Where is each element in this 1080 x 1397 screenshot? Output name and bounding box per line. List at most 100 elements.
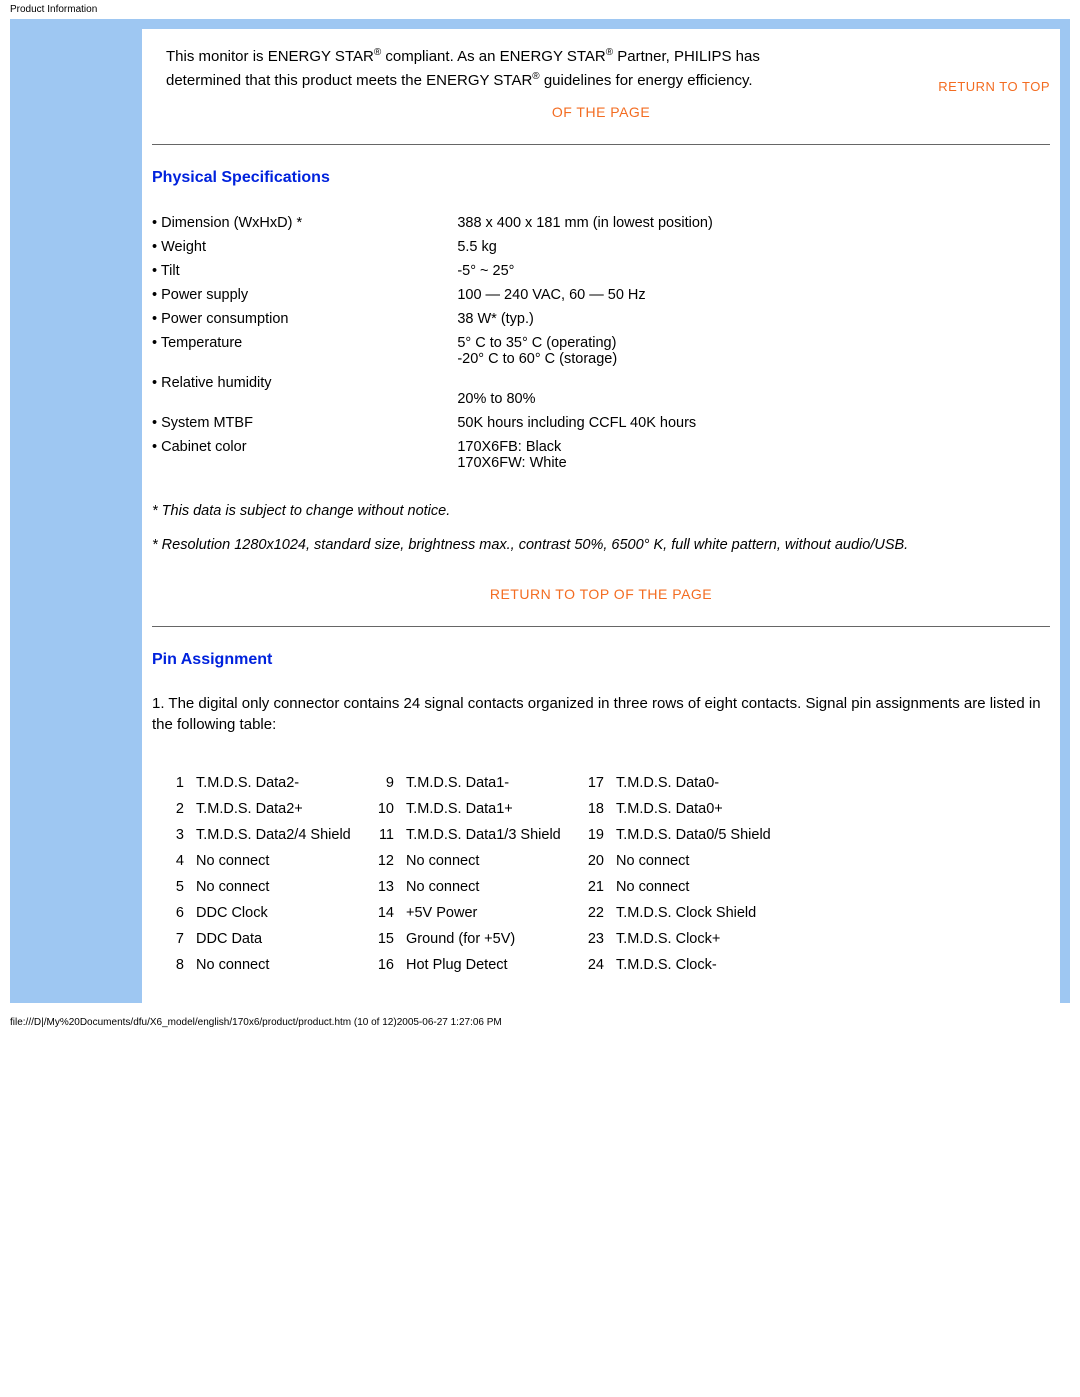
pin-signal: T.M.D.S. Data2+	[196, 801, 366, 817]
pin-number: 22	[576, 905, 616, 921]
of-the-page-link[interactable]: OF THE PAGE	[152, 104, 1050, 120]
pin-number: 3	[166, 827, 196, 843]
table-row: • System MTBF50K hours including CCFL 40…	[152, 411, 1050, 435]
pin-signal: No connect	[196, 957, 366, 973]
footer-file-path: file:///D|/My%20Documents/dfu/X6_model/e…	[0, 1003, 1080, 1034]
intro-line2a: determined that this product meets the E…	[166, 72, 532, 89]
intro-line2b: guidelines for energy efficiency.	[540, 72, 753, 89]
spec-label: • Weight	[152, 235, 457, 259]
section-title-physical: Physical Specifications	[152, 169, 1050, 187]
table-row: • Dimension (WxHxD) *388 x 400 x 181 mm …	[152, 211, 1050, 235]
pin-signal: T.M.D.S. Data1-	[406, 775, 576, 791]
pin-number: 21	[576, 879, 616, 895]
pin-number: 17	[576, 775, 616, 791]
pin-number: 11	[366, 827, 406, 843]
spec-value: 20% to 80%	[457, 371, 1050, 411]
pin-number: 1	[166, 775, 196, 791]
pin-number: 23	[576, 931, 616, 947]
pin-number: 6	[166, 905, 196, 921]
pin-signal: T.M.D.S. Data0+	[616, 801, 786, 817]
pin-signal: No connect	[406, 879, 576, 895]
pin-number: 4	[166, 853, 196, 869]
pin-assignment-grid: 1T.M.D.S. Data2-9T.M.D.S. Data1-17T.M.D.…	[166, 775, 1036, 973]
pin-signal: +5V Power	[406, 905, 576, 921]
spec-label: • Temperature	[152, 331, 457, 371]
pin-signal: T.M.D.S. Data0-	[616, 775, 786, 791]
pin-signal: Hot Plug Detect	[406, 957, 576, 973]
footnote-1: * This data is subject to change without…	[152, 501, 1050, 521]
spec-value: 38 W* (typ.)	[457, 307, 1050, 331]
table-row: • Relative humidity 20% to 80%	[152, 371, 1050, 411]
spec-value: 100 — 240 VAC, 60 — 50 Hz	[457, 283, 1050, 307]
main-content: This monitor is ENERGY STAR ® compliant. …	[142, 19, 1070, 1003]
pin-signal: No connect	[616, 853, 786, 869]
pin-signal: DDC Data	[196, 931, 366, 947]
pin-signal: T.M.D.S. Data0/5 Shield	[616, 827, 786, 843]
spec-value: 170X6FB: Black 170X6FW: White	[457, 435, 1050, 475]
pin-signal: No connect	[406, 853, 576, 869]
pin-number: 24	[576, 957, 616, 973]
pin-number: 10	[366, 801, 406, 817]
sidebar-placeholder	[10, 19, 142, 1003]
table-row: • Tilt-5° ~ 25°	[152, 259, 1050, 283]
footnote-2: * Resolution 1280x1024, standard size, b…	[152, 535, 1050, 555]
pin-number: 2	[166, 801, 196, 817]
spec-label: • Cabinet color	[152, 435, 457, 475]
pin-number: 18	[576, 801, 616, 817]
spec-label: • Power supply	[152, 283, 457, 307]
spec-label: • Power consumption	[152, 307, 457, 331]
pin-number: 7	[166, 931, 196, 947]
divider	[152, 626, 1050, 627]
pin-signal: T.M.D.S. Data1/3 Shield	[406, 827, 576, 843]
pin-signal: T.M.D.S. Clock+	[616, 931, 786, 947]
spec-label: • System MTBF	[152, 411, 457, 435]
pin-signal: T.M.D.S. Data1+	[406, 801, 576, 817]
energy-star-intro: This monitor is ENERGY STAR ® compliant. …	[152, 29, 1050, 100]
pin-signal: DDC Clock	[196, 905, 366, 921]
section-title-pin: Pin Assignment	[152, 651, 1050, 669]
reg-mark-icon: ®	[532, 71, 539, 82]
pin-number: 5	[166, 879, 196, 895]
pin-signal: Ground (for +5V)	[406, 931, 576, 947]
footnotes: * This data is subject to change without…	[152, 501, 1050, 556]
spec-value: -5° ~ 25°	[457, 259, 1050, 283]
spec-label: • Relative humidity	[152, 371, 457, 411]
spec-label: • Dimension (WxHxD) *	[152, 211, 457, 235]
physical-specs-table: • Dimension (WxHxD) *388 x 400 x 181 mm …	[152, 211, 1050, 475]
table-row: • Power consumption38 W* (typ.)	[152, 307, 1050, 331]
pin-number: 13	[366, 879, 406, 895]
pin-number: 20	[576, 853, 616, 869]
page-header-text: Product Information	[0, 0, 1080, 19]
divider	[152, 144, 1050, 145]
intro-line1a: This monitor is ENERGY STAR	[166, 48, 374, 65]
spec-value: 50K hours including CCFL 40K hours	[457, 411, 1050, 435]
pin-number: 14	[366, 905, 406, 921]
pin-number: 12	[366, 853, 406, 869]
table-row: • Power supply100 — 240 VAC, 60 — 50 Hz	[152, 283, 1050, 307]
pin-table-wrap: 1T.M.D.S. Data2-9T.M.D.S. Data1-17T.M.D.…	[152, 775, 1050, 973]
reg-mark-icon: ®	[606, 47, 613, 58]
table-row: • Weight5.5 kg	[152, 235, 1050, 259]
pin-signal: No connect	[616, 879, 786, 895]
pin-number: 15	[366, 931, 406, 947]
pin-number: 9	[366, 775, 406, 791]
pin-signal: T.M.D.S. Clock-	[616, 957, 786, 973]
pin-signal: T.M.D.S. Clock Shield	[616, 905, 786, 921]
spec-value: 5.5 kg	[457, 235, 1050, 259]
pin-number: 16	[366, 957, 406, 973]
spec-value: 5° C to 35° C (operating) -20° C to 60° …	[457, 331, 1050, 371]
table-row: • Cabinet color170X6FB: Black 170X6FW: W…	[152, 435, 1050, 475]
pin-assignment-intro: 1. The digital only connector contains 2…	[152, 693, 1050, 735]
pin-signal: No connect	[196, 853, 366, 869]
spec-label: • Tilt	[152, 259, 457, 283]
pin-signal: T.M.D.S. Data2-	[196, 775, 366, 791]
return-to-top-link[interactable]: RETURN TO TOP	[938, 77, 1050, 97]
intro-line1b: compliant. As an ENERGY STAR	[381, 48, 606, 65]
pin-number: 8	[166, 957, 196, 973]
pin-signal: No connect	[196, 879, 366, 895]
intro-line1c: Partner, PHILIPS has	[613, 48, 760, 65]
table-row: • Temperature5° C to 35° C (operating) -…	[152, 331, 1050, 371]
page-outer: This monitor is ENERGY STAR ® compliant. …	[10, 19, 1070, 1003]
spec-value: 388 x 400 x 181 mm (in lowest position)	[457, 211, 1050, 235]
return-to-top-link[interactable]: RETURN TO TOP OF THE PAGE	[152, 586, 1050, 602]
